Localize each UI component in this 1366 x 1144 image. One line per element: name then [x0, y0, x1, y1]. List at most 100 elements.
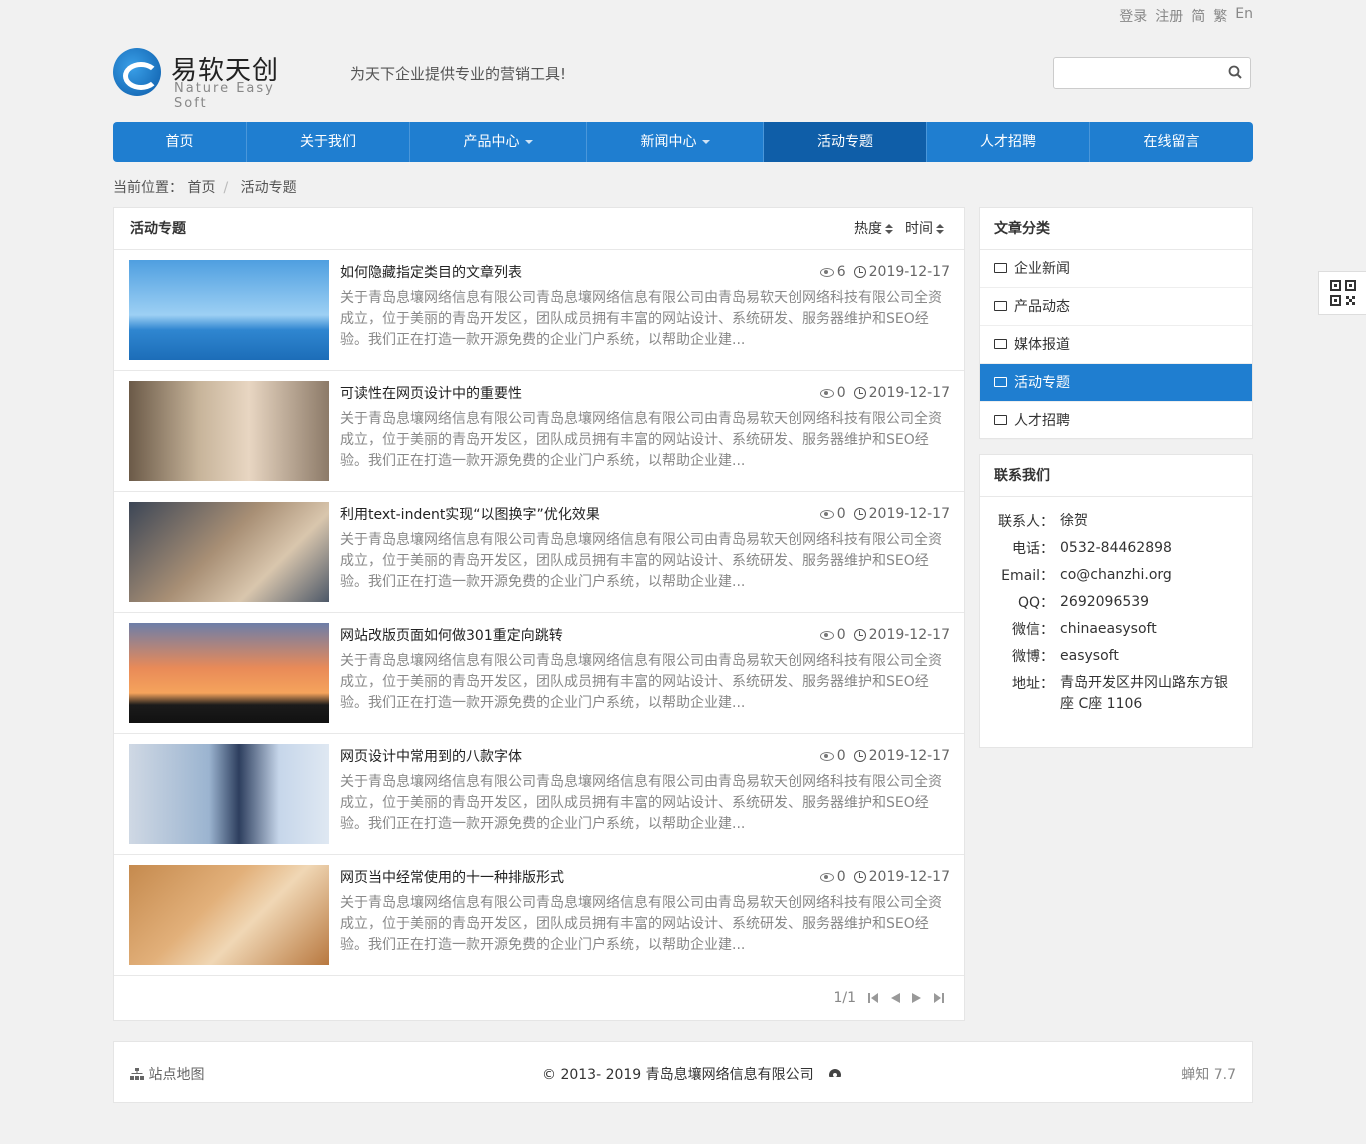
nav-news[interactable]: 新闻中心: [587, 122, 764, 162]
article-summary: 关于青岛息壤网络信息有限公司青岛息壤网络信息有限公司由青岛易软天创网络科技有限公…: [340, 290, 942, 348]
eye-icon: [819, 267, 834, 277]
contact-label: 联系人：: [998, 514, 1054, 530]
prev-page-icon[interactable]: [890, 992, 900, 1004]
contact-value: 0532-84462898: [1060, 540, 1172, 556]
sort-hot-button[interactable]: 热度: [854, 208, 893, 250]
simplified-link[interactable]: 简: [1191, 6, 1205, 26]
next-page-icon[interactable]: [912, 992, 922, 1004]
nav-jobs[interactable]: 人才招聘: [927, 122, 1090, 162]
top-links: 登录 注册 简 繁 En: [1119, 6, 1253, 26]
last-page-icon[interactable]: [934, 992, 944, 1004]
logo-en-text: Nature Easy Soft: [174, 81, 275, 111]
site-slogan: 为天下企业提供专业的营销工具!: [350, 65, 567, 83]
list-item: 网页当中经常使用的十一种排版形式 0 2019-12-17 关于青岛息壤网络信息有限公…: [114, 855, 964, 976]
sort-icon: [885, 224, 893, 234]
contact-label: 地址：: [1012, 676, 1054, 692]
view-count: 0: [819, 506, 846, 522]
list-item: 如何隐藏指定类目的文章列表 6 2019-12-17 关于青岛息壤网络信息有限公司青岛…: [114, 250, 964, 371]
article-meta: 0 2019-12-17: [819, 869, 950, 885]
contact-value: 青岛开发区井冈山路东方银座 C座 1106: [1060, 675, 1228, 712]
article-date: 2019-12-17: [853, 506, 950, 522]
sort-time-button[interactable]: 时间: [905, 208, 944, 250]
breadcrumb: 当前位置： 首页 / 活动专题: [113, 180, 297, 196]
article-title[interactable]: 利用text-indent实现“以图换字”优化效果: [340, 504, 600, 524]
category-item[interactable]: 活动专题: [980, 364, 1252, 402]
category-item[interactable]: 产品动态: [980, 288, 1252, 326]
main-nav: 首页 关于我们 产品中心 新闻中心 活动专题 人才招聘 在线留言: [113, 122, 1253, 162]
search-input[interactable]: [1053, 57, 1251, 89]
site-footer: 站点地图 © 2013- 2019 青岛息壤网络信息有限公司 蝉知 7.7: [113, 1041, 1253, 1103]
sort-icon: [936, 224, 944, 234]
nav-activity[interactable]: 活动专题: [764, 122, 927, 162]
category-title: 文章分类: [980, 208, 1252, 250]
article-date: 2019-12-17: [853, 385, 950, 401]
article-title[interactable]: 网页当中经常使用的十一种排版形式: [340, 867, 564, 887]
article-thumbnail[interactable]: [129, 260, 329, 360]
contact-value: co@chanzhi.org: [1060, 567, 1172, 583]
clock-icon: [853, 629, 866, 641]
article-thumbnail[interactable]: [129, 502, 329, 602]
search-icon[interactable]: [1228, 65, 1242, 79]
category-item[interactable]: 人才招聘: [980, 402, 1252, 440]
contact-title: 联系我们: [980, 455, 1252, 497]
nav-products[interactable]: 产品中心: [410, 122, 587, 162]
article-summary: 关于青岛息壤网络信息有限公司青岛息壤网络信息有限公司由青岛易软天创网络科技有限公…: [340, 895, 942, 953]
english-link[interactable]: En: [1235, 6, 1253, 26]
breadcrumb-prefix: 当前位置：: [113, 180, 183, 196]
category-item[interactable]: 媒体报道: [980, 326, 1252, 364]
contact-label: 微博：: [1012, 649, 1054, 665]
register-link[interactable]: 注册: [1155, 6, 1183, 26]
powered-by[interactable]: 蝉知 7.7: [1181, 1064, 1236, 1084]
article-title[interactable]: 可读性在网页设计中的重要性: [340, 383, 522, 403]
contact-label: QQ：: [1017, 595, 1054, 611]
pagination: 1/1: [833, 990, 944, 1006]
contact-value: chinaeasysoft: [1060, 621, 1157, 637]
view-count: 0: [819, 869, 846, 885]
article-thumbnail[interactable]: [129, 381, 329, 481]
article-title[interactable]: 如何隐藏指定类目的文章列表: [340, 262, 522, 282]
article-meta: 0 2019-12-17: [819, 627, 950, 643]
sitemap-link[interactable]: 站点地图: [130, 1064, 204, 1084]
first-page-icon[interactable]: [868, 992, 878, 1004]
contact-label: 微信：: [1012, 622, 1054, 638]
eye-icon: [819, 630, 834, 640]
traditional-link[interactable]: 繁: [1213, 6, 1227, 26]
qrcode-icon: [1330, 280, 1356, 306]
nav-home[interactable]: 首页: [113, 122, 247, 162]
article-title[interactable]: 网站改版页面如何做301重定向跳转: [340, 625, 563, 645]
page-indicator: 1/1: [833, 990, 856, 1006]
article-thumbnail[interactable]: [129, 865, 329, 965]
folder-icon: [994, 263, 1007, 273]
view-count: 6: [819, 264, 846, 280]
eye-icon: [819, 509, 834, 519]
nav-message[interactable]: 在线留言: [1090, 122, 1253, 162]
view-count: 0: [819, 627, 846, 643]
folder-icon: [994, 377, 1007, 387]
article-date: 2019-12-17: [853, 869, 950, 885]
qrcode-button[interactable]: [1318, 271, 1366, 315]
breadcrumb-home[interactable]: 首页: [187, 180, 215, 196]
dashboard-icon[interactable]: [828, 1068, 843, 1081]
list-item: 网页设计中常用到的八款字体 0 2019-12-17 关于青岛息壤网络信息有限公司青岛…: [114, 734, 964, 855]
article-title[interactable]: 网页设计中常用到的八款字体: [340, 746, 522, 766]
view-count: 0: [819, 385, 846, 401]
list-item: 可读性在网页设计中的重要性 0 2019-12-17 关于青岛息壤网络信息有限公司青岛…: [114, 371, 964, 492]
category-item[interactable]: 企业新闻: [980, 250, 1252, 288]
clock-icon: [853, 871, 866, 883]
contact-value: easysoft: [1060, 648, 1119, 664]
chevron-down-icon: [701, 140, 710, 144]
contact-label: Email：: [1001, 568, 1054, 584]
article-thumbnail[interactable]: [129, 623, 329, 723]
clock-icon: [853, 750, 866, 762]
login-link[interactable]: 登录: [1119, 6, 1147, 26]
folder-icon: [994, 339, 1007, 349]
breadcrumb-current: 活动专题: [240, 180, 297, 196]
clock-icon: [853, 387, 866, 399]
eye-icon: [819, 388, 834, 398]
nav-about[interactable]: 关于我们: [247, 122, 410, 162]
article-thumbnail[interactable]: [129, 744, 329, 844]
site-logo[interactable]: 易软天创 Nature Easy Soft: [113, 46, 313, 111]
folder-icon: [994, 301, 1007, 311]
article-date: 2019-12-17: [853, 627, 950, 643]
contact-value: 2692096539: [1060, 594, 1150, 610]
